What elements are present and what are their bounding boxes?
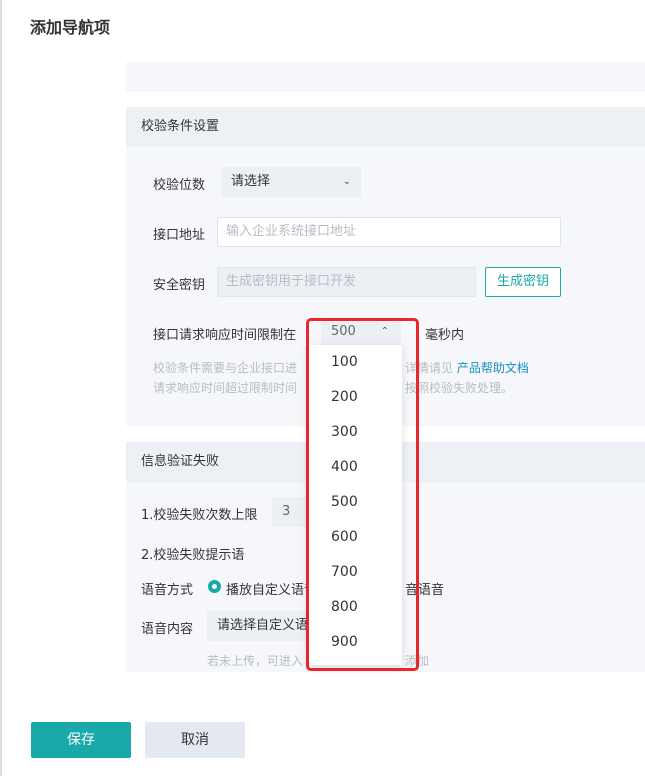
help-doc-link[interactable]: 产品帮助文档 [457, 361, 529, 375]
voice-content-label: 语音内容 [141, 622, 194, 637]
upload-hint-a: 若未上传，可进入 [207, 654, 304, 668]
radio-custom-voice[interactable] [208, 580, 221, 593]
digits-label: 校验位数 [153, 178, 206, 193]
hint-line2-b: 按照校验失败处理。 [405, 381, 514, 395]
timeout-suffix: 毫秒内 [425, 328, 465, 343]
hint-line1-b: 详情请见 产品帮助文档 [405, 359, 529, 376]
max-fail-label: 1.校验失败次数上限 [141, 508, 258, 523]
api-url-input[interactable]: 输入企业系统接口地址 [217, 217, 561, 247]
save-button[interactable]: 保存 [31, 722, 131, 758]
cancel-button[interactable]: 取消 [145, 722, 245, 758]
timeout-label: 接口请求响应时间限制在 [153, 328, 297, 343]
verify-section-header: 校验条件设置 [126, 107, 645, 147]
api-label: 接口地址 [153, 228, 206, 243]
prompt-label: 2.校验失败提示语 [141, 548, 245, 563]
dialog-title: 添加导航项 [30, 18, 111, 37]
voice-mode-label: 语音方式 [141, 583, 194, 598]
digits-select-value: 请选择 [231, 174, 271, 189]
radio-custom-voice-label: 播放自定义语音 [226, 583, 318, 598]
hint-line1-a: 校验条件需要与企业接口进 [153, 361, 298, 375]
red-highlight-box [306, 318, 419, 671]
generate-key-button[interactable]: 生成密钥 [485, 267, 561, 297]
chevron-down-icon: ⌄ [342, 176, 351, 187]
digits-select[interactable]: 请选择 ⌄ [221, 167, 361, 197]
key-label: 安全密钥 [153, 278, 206, 293]
top-panel [126, 62, 645, 92]
secret-key-input[interactable]: 生成密钥用于接口开发 [217, 267, 476, 297]
left-border [0, 0, 2, 776]
hint-line2-a: 请求响应时间超过限制时间 [153, 381, 298, 395]
